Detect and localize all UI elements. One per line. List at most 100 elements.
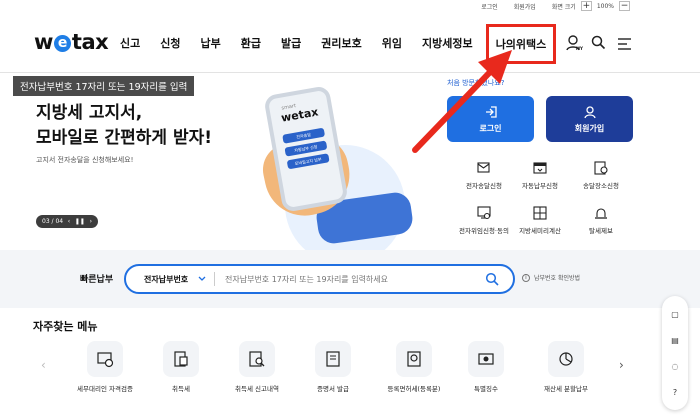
- search-submit-icon[interactable]: [485, 272, 499, 286]
- talk-icon[interactable]: ◌: [672, 362, 679, 371]
- fav-icon-box: [239, 341, 275, 377]
- fav-icon-box: [163, 341, 199, 377]
- pager-prev-icon[interactable]: ‹: [68, 218, 70, 225]
- payment-number-help-label: 납부번호 확인방법: [534, 275, 581, 282]
- fav-special-collection[interactable]: 특별징수: [446, 341, 526, 393]
- nav-item-pay[interactable]: 납부: [201, 35, 221, 51]
- acquisition-tax-icon: [174, 351, 188, 367]
- qa-e-delivery[interactable]: 전자송달신청: [454, 160, 514, 190]
- fav-label: 특별징수: [474, 385, 498, 393]
- menu-icon[interactable]: [617, 36, 632, 50]
- print-icon[interactable]: ▤: [671, 336, 679, 345]
- fav-label: 등록면허세(등록분): [387, 385, 441, 393]
- pie-icon: [559, 352, 573, 366]
- fav-registration-license-tax[interactable]: 등록면허세(등록분): [374, 341, 454, 393]
- header-divider: [0, 72, 700, 73]
- registration-tax-icon: [407, 351, 421, 367]
- fav-icon-box: [315, 341, 351, 377]
- favorites-title: 자주찾는 메뉴: [33, 320, 98, 333]
- siren-icon: [595, 208, 607, 219]
- qa-label: 탈세제보: [589, 227, 613, 235]
- join-button[interactable]: 회원가입: [546, 96, 633, 142]
- qa-tax-calculator[interactable]: 지방세미리계산: [510, 205, 570, 235]
- chat-icon[interactable]: ▢: [671, 310, 679, 319]
- calculator-icon: [533, 206, 547, 220]
- fav-icon-box: [396, 341, 432, 377]
- fav-certificate-issue[interactable]: 증명서 발급: [293, 341, 373, 393]
- nav-item-refund[interactable]: 환급: [241, 35, 261, 51]
- zoom-out-button[interactable]: −: [619, 1, 630, 11]
- qa-label: 지방세미리계산: [519, 227, 561, 235]
- qa-e-delegate[interactable]: 전자위임신청·동의: [449, 205, 519, 235]
- help-icon[interactable]: ?: [673, 388, 677, 397]
- annotation-arrow: [412, 50, 512, 153]
- pager-pause-icon[interactable]: ❚❚: [75, 218, 85, 225]
- hero-pager: 03 / 04 ‹ ❚❚ ›: [36, 215, 98, 228]
- favorites-prev-icon[interactable]: ‹: [41, 358, 46, 372]
- fav-property-tax-installment[interactable]: 재산세 분할납부: [526, 341, 606, 393]
- report-search-icon: [249, 351, 265, 367]
- logo-e: e: [53, 35, 71, 52]
- pager-next-icon[interactable]: ›: [90, 218, 92, 225]
- utility-bar: 로그인 회원가입 화면 크기 + 100% −: [481, 1, 630, 11]
- util-join-link[interactable]: 회원가입: [514, 2, 536, 11]
- hero-title-line2: 모바일로 간편하게 받자!: [36, 128, 212, 148]
- phone-btn-3: 모바일고지 납부: [286, 153, 330, 170]
- qa-auto-pay[interactable]: 자동납부신청: [510, 160, 570, 190]
- chevron-down-icon: [198, 276, 206, 281]
- fav-label: 증명서 발급: [317, 385, 349, 393]
- fav-label: 취득세 신고내역: [235, 385, 279, 393]
- payment-number-help[interactable]: i 납부번호 확인방법: [522, 273, 580, 282]
- qa-delivery-location[interactable]: 송달장소신청: [571, 160, 631, 190]
- hero-tag: 전자납부번호 17자리 또는 19자리를 입력: [13, 76, 195, 96]
- zoom-in-button[interactable]: +: [580, 1, 592, 11]
- mail-icon: [477, 162, 490, 173]
- nav-item-report[interactable]: 신고: [120, 35, 140, 51]
- favorites-next-icon[interactable]: ›: [619, 358, 624, 372]
- fav-icon-box: [548, 341, 584, 377]
- nav-item-rights[interactable]: 권리보호: [321, 35, 361, 51]
- fav-icon-box: [87, 341, 123, 377]
- util-login-link[interactable]: 로그인: [481, 2, 498, 11]
- quick-pay-label: 빠른납부: [80, 275, 114, 285]
- payment-type-value: 전자납부번호: [144, 274, 189, 284]
- screen-size-label: 화면 크기: [551, 3, 576, 11]
- payment-type-select[interactable]: 전자납부번호: [126, 274, 214, 285]
- info-icon: i: [522, 273, 530, 282]
- hero-title-line1: 지방세 고지서,: [36, 103, 143, 123]
- logo-w: w: [34, 30, 53, 54]
- floating-quick-bar: ▢ ▤ ◌ ?: [662, 296, 688, 410]
- qa-label: 송달장소신청: [583, 182, 619, 190]
- fav-label: 세무대리인 자격검증: [77, 385, 133, 393]
- nav-item-apply[interactable]: 신청: [160, 35, 180, 51]
- join-icon: [583, 105, 596, 118]
- hero-illustration: smart wetax 전자송달 자동납부 신청 모바일고지 납부: [245, 85, 415, 265]
- fav-label: 재산세 분할납부: [544, 385, 588, 393]
- delegate-icon: [477, 206, 491, 220]
- logo-tax: tax: [71, 30, 109, 54]
- my-badge: MY: [576, 46, 583, 51]
- verify-icon: [97, 352, 114, 368]
- qa-tax-evasion-report[interactable]: 탈세제보: [571, 205, 631, 235]
- hero-pager-count: 03 / 04: [42, 218, 64, 225]
- fav-acquisition-tax[interactable]: 취득세: [141, 341, 221, 393]
- fav-label: 취득세: [172, 385, 190, 393]
- search-separator: [214, 272, 215, 286]
- location-icon: [594, 161, 608, 175]
- payment-number-input[interactable]: [225, 266, 485, 292]
- nav-item-issue[interactable]: 발급: [281, 35, 301, 51]
- quick-pay-search: 전자납부번호: [124, 264, 515, 294]
- fav-agent-verify[interactable]: 세무대리인 자격검증: [65, 341, 145, 393]
- join-button-label: 회원가입: [574, 123, 605, 133]
- qa-label: 전자송달신청: [466, 182, 502, 190]
- qa-label: 자동납부신청: [522, 182, 558, 190]
- fav-acquisition-report-history[interactable]: 취득세 신고내역: [217, 341, 297, 393]
- nav-item-delegate[interactable]: 위임: [382, 35, 402, 51]
- wetax-logo[interactable]: w e tax: [34, 30, 109, 54]
- auto-pay-icon: [533, 162, 547, 174]
- fav-icon-box: [468, 341, 504, 377]
- search-icon[interactable]: [591, 35, 606, 50]
- special-collection-icon: [478, 353, 494, 365]
- qa-label: 전자위임신청·동의: [459, 227, 509, 235]
- my-page-icon[interactable]: MY: [566, 34, 583, 54]
